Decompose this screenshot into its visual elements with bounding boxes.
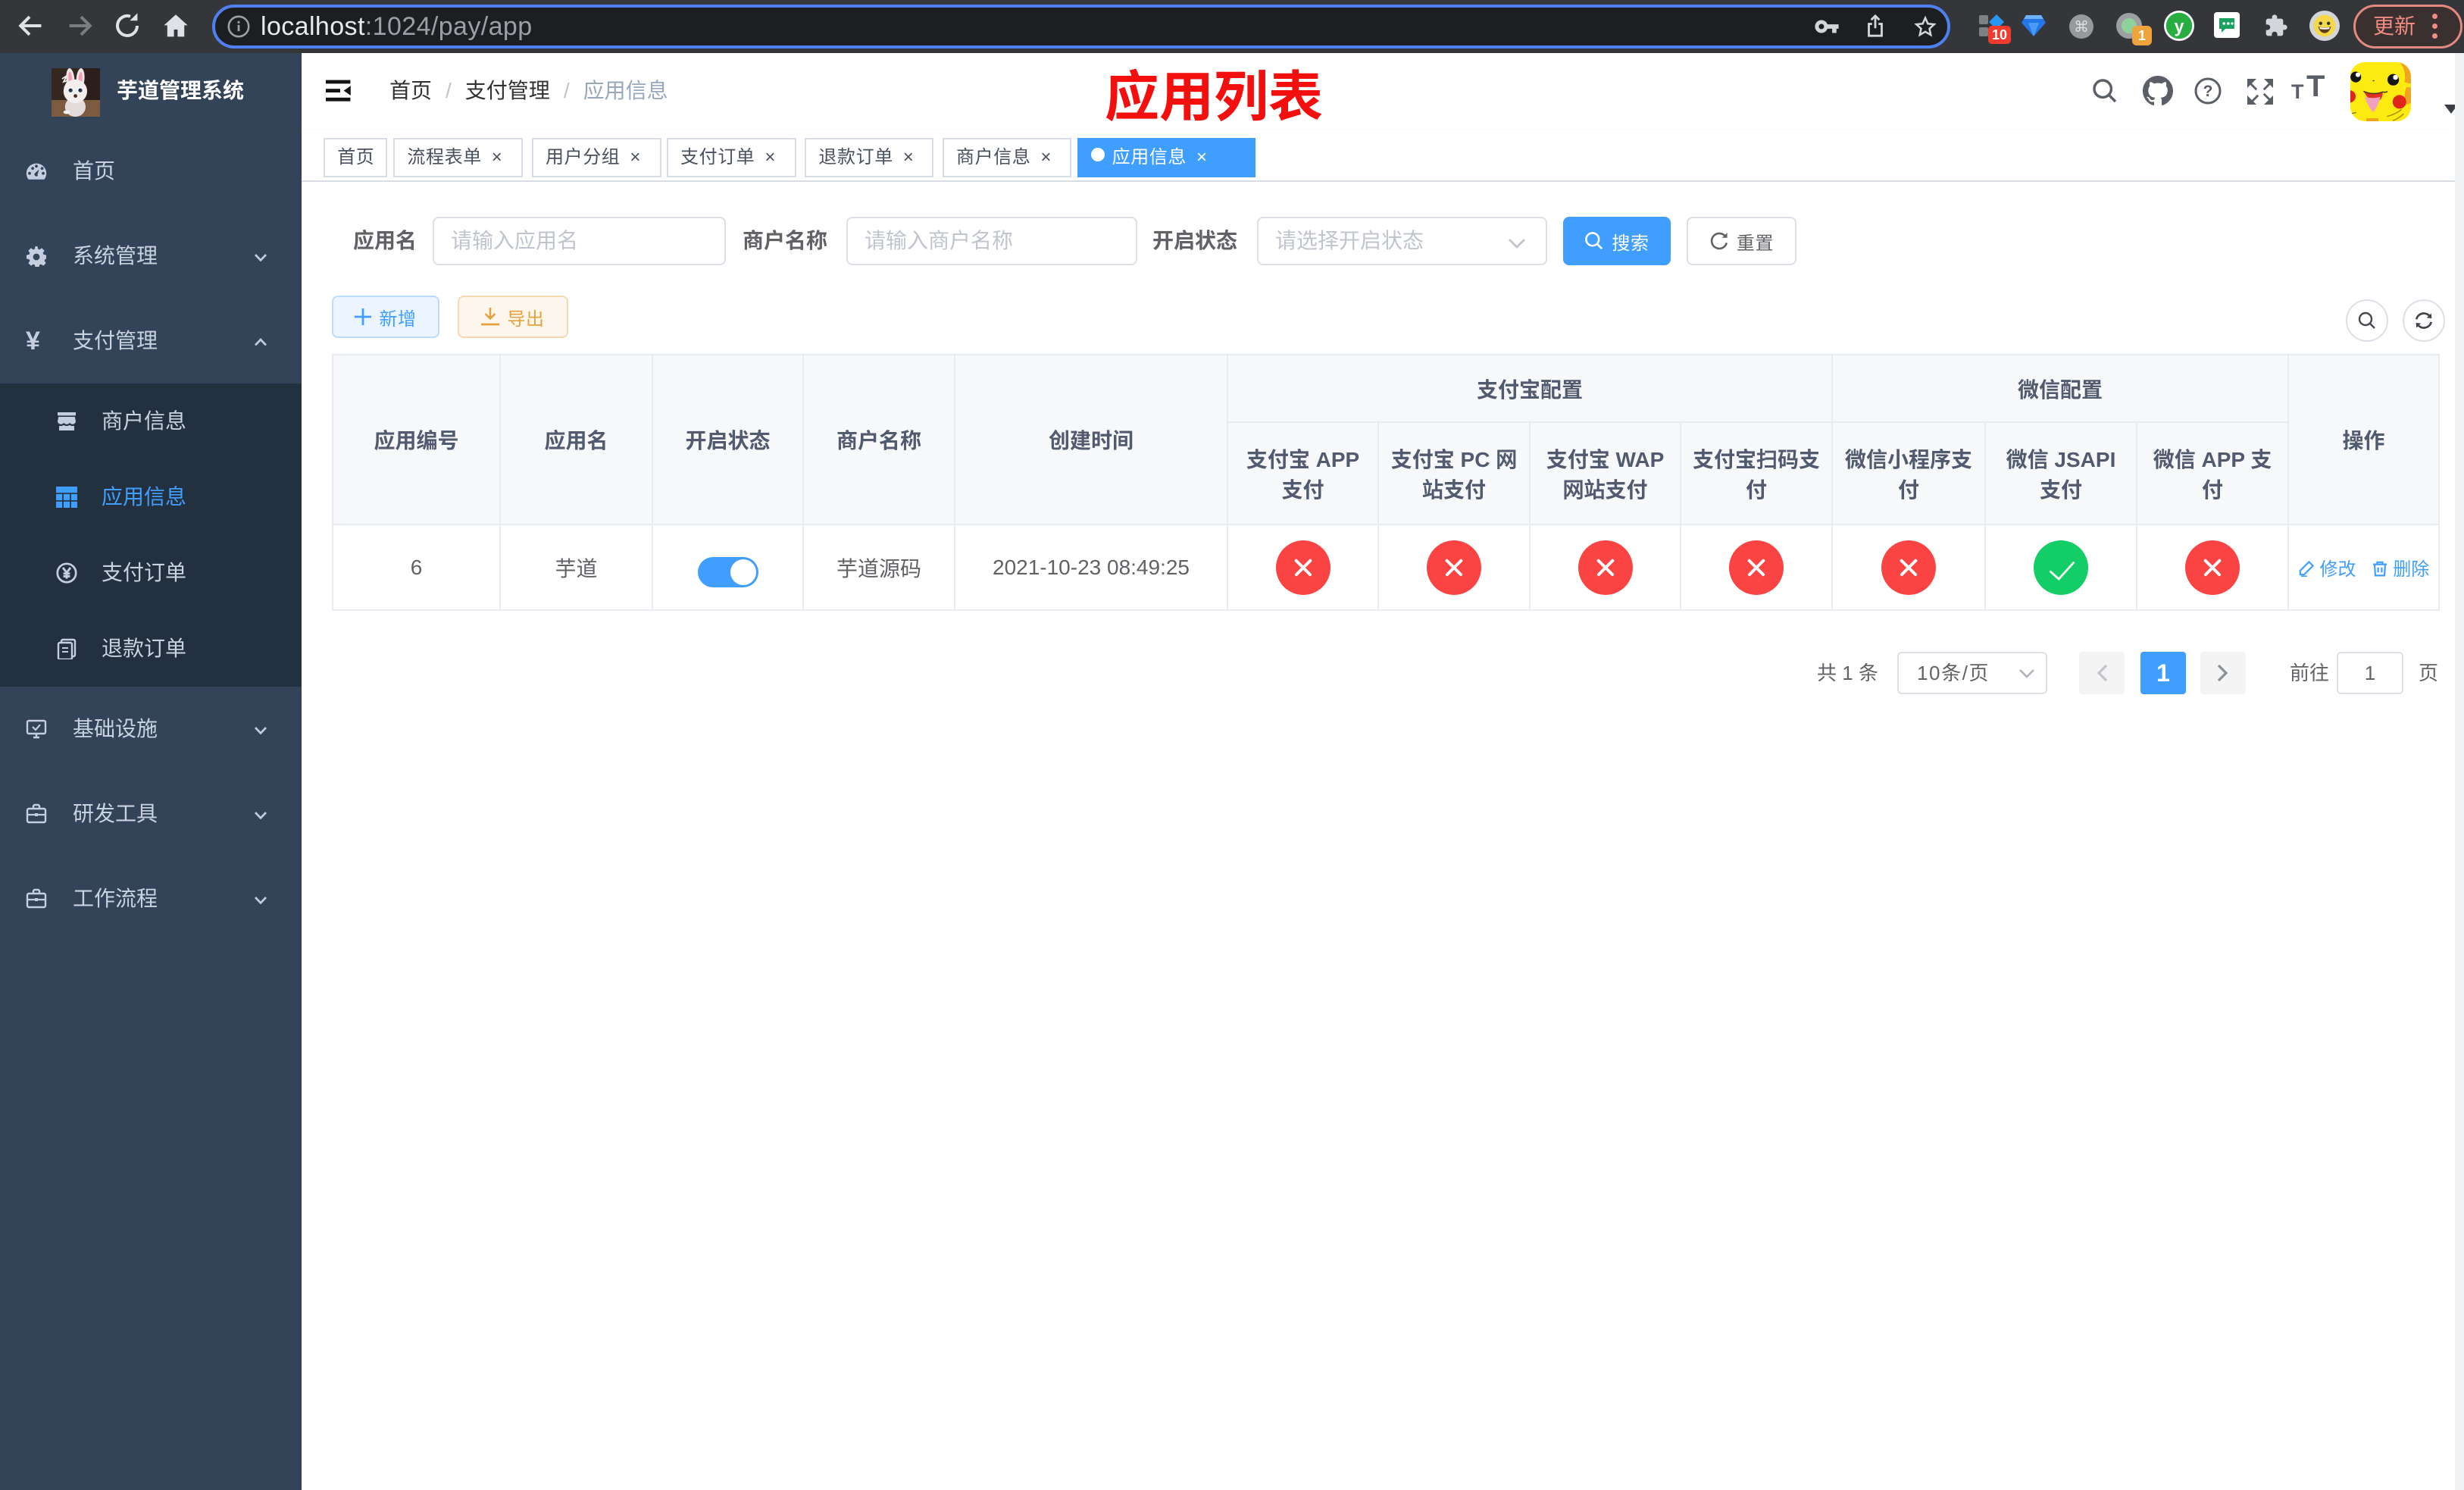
svg-text:⌘: ⌘ (2074, 19, 2089, 36)
svg-text:?: ? (2203, 83, 2213, 100)
svg-text:y: y (2175, 16, 2184, 36)
